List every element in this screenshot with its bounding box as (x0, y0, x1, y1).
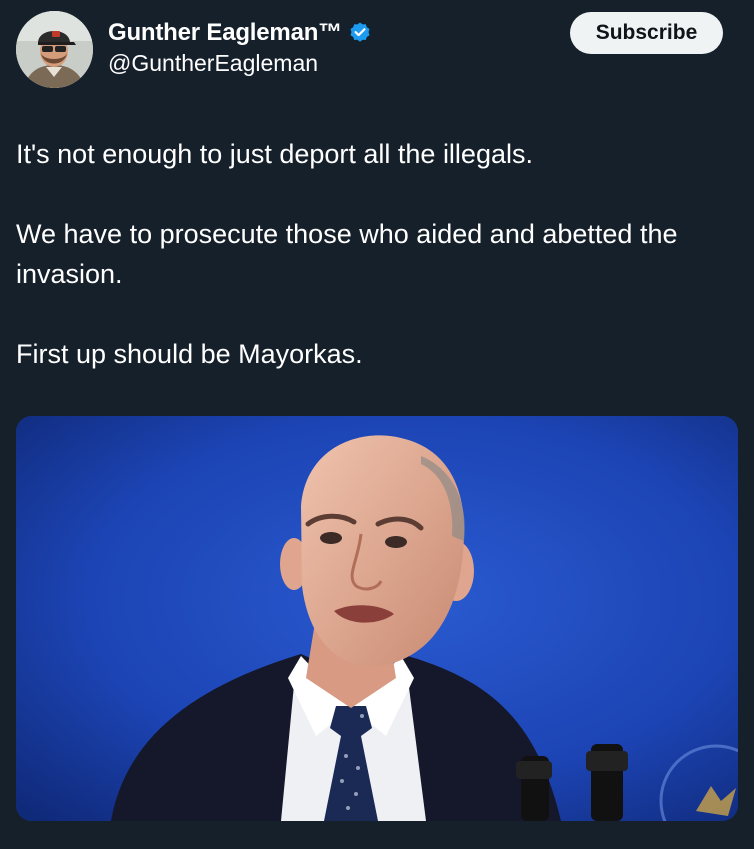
author-name-row: Gunther Eagleman™ (108, 16, 372, 50)
tweet-paragraph: First up should be Mayorkas. (16, 339, 363, 369)
author-avatar[interactable] (16, 11, 93, 88)
tweet-card: Gunther Eagleman™ @GuntherEagleman Subsc… (0, 0, 754, 849)
tweet-paragraph: It's not enough to just deport all the i… (16, 139, 533, 169)
author-handle[interactable]: @GuntherEagleman (108, 50, 318, 77)
author-display-name[interactable]: Gunther Eagleman™ (108, 19, 342, 47)
tweet-paragraph: We have to prosecute those who aided and… (16, 219, 678, 289)
subscribe-button[interactable]: Subscribe (570, 12, 723, 54)
verified-badge-icon[interactable] (348, 21, 372, 45)
tweet-media-photo[interactable] (16, 416, 738, 821)
photo-man-at-podium-icon (16, 416, 738, 821)
avatar-photo-icon (16, 11, 93, 88)
tweet-text: It's not enough to just deport all the i… (16, 134, 736, 414)
